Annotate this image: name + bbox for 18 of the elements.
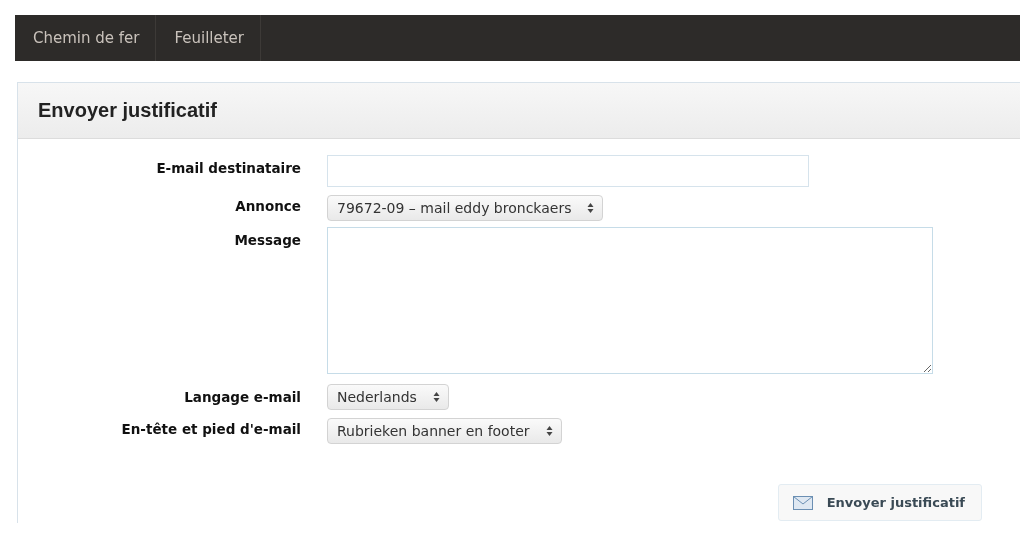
nav-link[interactable]: Chemin de fer [15, 15, 157, 61]
field-label: Langage e-mail [183, 388, 301, 405]
select-dropdown[interactable]: Nederlands [327, 384, 449, 410]
send-button[interactable]: Envoyer justificatif [777, 484, 982, 521]
panel-title: Envoyer justificatif [38, 99, 217, 122]
field-label: Message [233, 231, 301, 248]
updown-icon [587, 202, 595, 214]
field-label: E-mail destinataire [155, 159, 301, 176]
nav-link[interactable]: Feuilleter [156, 15, 262, 61]
updown-icon [432, 391, 440, 403]
field-label: Annonce [234, 197, 301, 214]
message-field[interactable] [327, 227, 933, 374]
updown-icon [545, 425, 553, 437]
select-dropdown[interactable]: Rubrieken banner en footer [327, 418, 562, 444]
input-field[interactable] [327, 155, 809, 187]
envelope-icon [792, 495, 813, 510]
field-label: En-tête et pied d'e-mail [120, 420, 301, 437]
select-dropdown[interactable]: 79672-09 – mail eddy bronckaers [327, 195, 604, 221]
